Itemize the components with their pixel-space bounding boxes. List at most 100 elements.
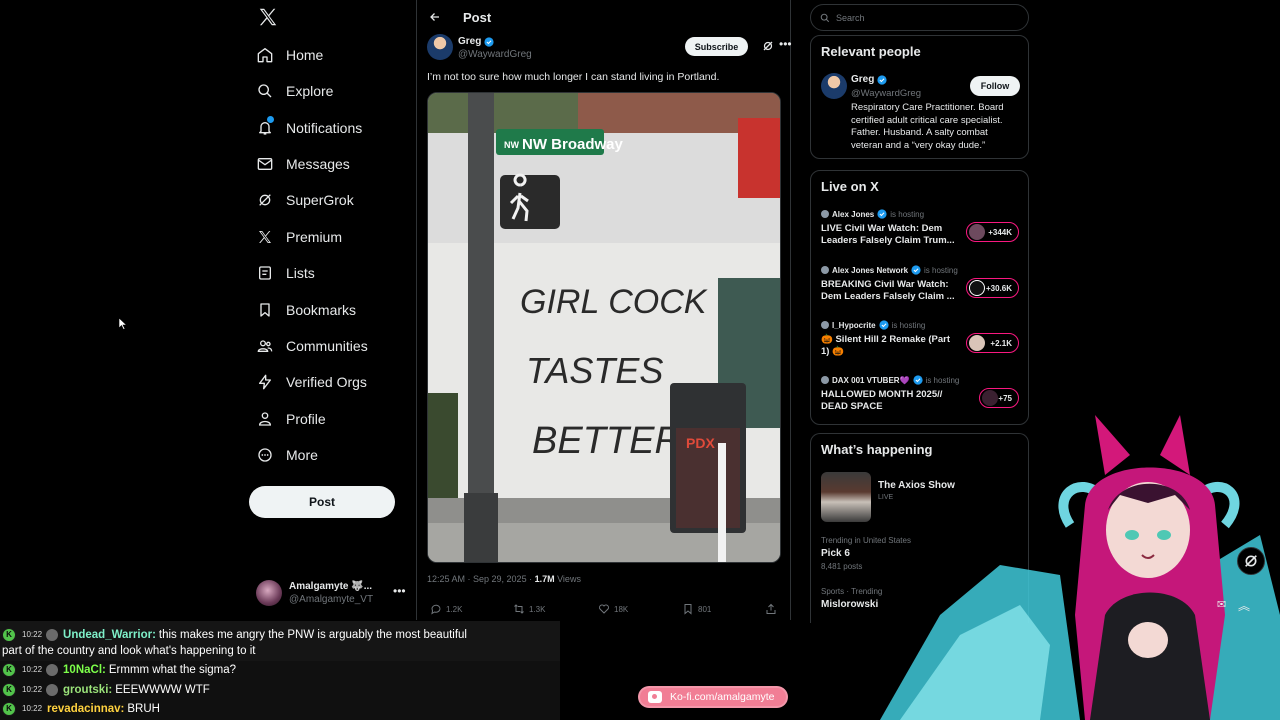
- back-arrow-icon[interactable]: [429, 11, 441, 23]
- account-handle: @Amalgamyte_VT: [289, 594, 374, 605]
- person-handle: @WaywardGreg: [851, 88, 922, 99]
- grok-icon: [1245, 555, 1257, 567]
- left-sidebar: Home Explore Notifications Messages Supe…: [248, 0, 408, 620]
- account-name: Amalgamyte 🐺...: [289, 581, 373, 592]
- search-box[interactable]: [810, 4, 1029, 31]
- chat-message-continued: part of the country and look what's happ…: [2, 641, 255, 660]
- bookmark-button[interactable]: 801: [682, 603, 711, 615]
- nav-label: More: [286, 447, 318, 463]
- listener-count: +30.6K: [985, 283, 1012, 293]
- live-item[interactable]: Alex Jones Network is hosting BREAKING Ci…: [821, 265, 1021, 313]
- messages-drawer-icon[interactable]: ✉: [1217, 598, 1226, 611]
- avatar: [256, 580, 282, 606]
- search-icon: [820, 13, 830, 22]
- chat-text: this makes me angry the PNW is arguably …: [158, 628, 467, 641]
- stream-chat: K 10:22 Undead_Warrior: this makes me an…: [0, 621, 560, 720]
- author-name[interactable]: Greg: [458, 36, 481, 47]
- live-listeners-pill[interactable]: +344K: [966, 222, 1019, 242]
- nav-communities[interactable]: Communities: [248, 328, 408, 364]
- nav-label: SuperGrok: [286, 192, 354, 208]
- chat-time: 10:22: [22, 704, 43, 713]
- chat-time: 10:22: [22, 665, 43, 674]
- show-thumbnail: [821, 472, 871, 522]
- nav-premium[interactable]: Premium: [248, 219, 408, 255]
- chat-text: part of the country and look what's happ…: [2, 644, 256, 657]
- verified-badge-icon: [912, 375, 923, 385]
- bookmark-icon: [248, 299, 282, 321]
- list-icon: [248, 262, 282, 284]
- nav-label: Verified Orgs: [286, 374, 367, 390]
- grok-icon[interactable]: [762, 40, 774, 52]
- like-button[interactable]: 18K: [598, 603, 628, 615]
- share-icon: [766, 603, 776, 614]
- post-image[interactable]: NW NW Broadway GIRL COCK TASTES BETTER P…: [427, 92, 781, 563]
- listener-count: +75: [998, 393, 1012, 403]
- more-icon[interactable]: •••: [779, 37, 792, 51]
- avatar: [46, 663, 59, 676]
- nav-messages[interactable]: Messages: [248, 146, 408, 182]
- listener-count: +344K: [988, 227, 1012, 237]
- nav-label: Premium: [286, 229, 343, 245]
- post-button[interactable]: Post: [249, 486, 395, 518]
- reply-icon: [431, 604, 441, 615]
- share-button[interactable]: [765, 603, 777, 615]
- live-listeners-pill[interactable]: +75: [979, 388, 1019, 408]
- follow-button[interactable]: Follow: [970, 76, 1020, 96]
- avatar: [969, 335, 985, 351]
- more-icon[interactable]: •••: [393, 584, 406, 598]
- kofi-banner: Ko-fi.com/amalgamyte: [638, 686, 788, 708]
- x-logo-icon[interactable]: [257, 6, 279, 28]
- search-input[interactable]: [836, 12, 1016, 23]
- nav-supergrok[interactable]: SuperGrok: [248, 182, 408, 218]
- nav-bookmarks[interactable]: Bookmarks: [248, 292, 408, 328]
- host-name: Alex Jones Network: [832, 265, 909, 275]
- nav-label: Bookmarks: [286, 302, 357, 318]
- nav-more[interactable]: More: [248, 437, 408, 473]
- chat-time: 10:22: [22, 685, 43, 694]
- nav-label: Lists: [286, 265, 315, 281]
- views-label: Views: [554, 574, 581, 584]
- avatar[interactable]: [427, 34, 453, 60]
- reply-button[interactable]: 1.2K: [430, 603, 462, 615]
- repost-icon: [514, 604, 524, 614]
- nav-profile[interactable]: Profile: [248, 401, 408, 437]
- live-listeners-pill[interactable]: +30.6K: [966, 278, 1019, 298]
- nav-verified-orgs[interactable]: Verified Orgs: [248, 364, 408, 400]
- channel-badge-icon: K: [2, 682, 16, 697]
- live-item[interactable]: Alex Jones is hosting LIVE Civil War Watc…: [821, 209, 1021, 257]
- host-avatar: [821, 376, 829, 384]
- live-item[interactable]: I_Hypocrite is hosting 🎃 Silent Hill 2 Re…: [821, 320, 1021, 368]
- live-listeners-pill[interactable]: +2.1K: [966, 333, 1019, 353]
- repost-button[interactable]: 1.3K: [513, 603, 545, 615]
- channel-badge-icon: K: [2, 662, 16, 677]
- nav-label: Home: [286, 47, 324, 63]
- host-avatar: [821, 321, 829, 329]
- account-switcher[interactable]: Amalgamyte 🐺... @Amalgamyte_VT •••: [256, 576, 411, 610]
- person-name[interactable]: Greg: [851, 74, 874, 85]
- chevron-up-icon[interactable]: ︽: [1238, 597, 1250, 614]
- bookmark-count: 801: [698, 604, 712, 614]
- nav-lists[interactable]: Lists: [248, 255, 408, 291]
- hosting-label: is hosting: [891, 320, 926, 330]
- channel-badge-icon: K: [2, 701, 16, 716]
- grok-icon: [248, 189, 282, 211]
- like-count: 18K: [614, 604, 629, 614]
- person-bio: Respiratory Care Practitioner. Board cer…: [851, 102, 1004, 151]
- card-title: Relevant people: [821, 44, 921, 59]
- subscribe-button[interactable]: Subscribe: [685, 37, 748, 56]
- street-sign: NW Broadway: [522, 136, 624, 153]
- nav-explore[interactable]: Explore: [248, 73, 408, 109]
- relevant-people-card: Relevant people Greg @WaywardGreg Follow…: [810, 35, 1029, 159]
- chat-time: 10:22: [22, 630, 43, 639]
- chat-message: K 10:22 10NaCl: Ermmm what the sigma?: [0, 660, 236, 679]
- avatar[interactable]: [821, 73, 847, 99]
- person-icon: [248, 408, 282, 430]
- notification-dot: [267, 116, 274, 123]
- people-icon: [248, 335, 282, 357]
- nav-home[interactable]: Home: [248, 37, 408, 73]
- host-name: DAX 001 VTUBER💜: [832, 375, 910, 385]
- nav-notifications[interactable]: Notifications: [248, 110, 408, 146]
- x-logo-icon: [248, 226, 282, 248]
- more-circle-icon: [248, 444, 282, 466]
- grok-float-button[interactable]: [1237, 547, 1265, 575]
